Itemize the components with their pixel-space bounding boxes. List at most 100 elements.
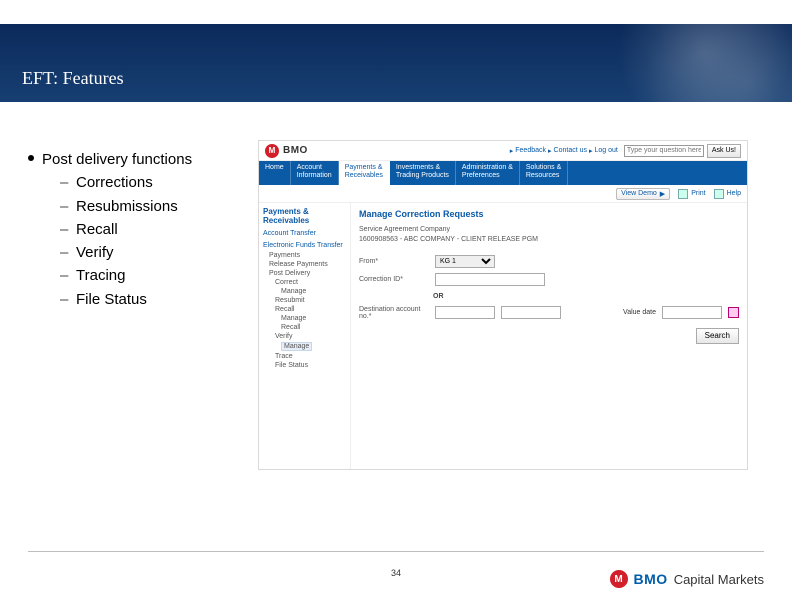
tab-label: Investments & Trading Products [396,164,449,179]
sub-item: Resubmissions [76,195,178,218]
slide: EFT: Features Post delivery functions –C… [0,0,792,612]
bullet-heading: Post delivery functions [42,148,192,171]
feedback-link[interactable]: Feedback [515,147,546,155]
topbar-right: ▸ Feedback ▸ Contact us ▸ Log out Ask Us… [510,144,741,158]
dest-account-input-2[interactable] [501,306,561,319]
dash-icon: – [60,288,68,311]
bmo-roundel-icon: M [610,570,628,588]
panel-heading: Manage Correction Requests [359,209,739,219]
footer-logo: M BMO Capital Markets [610,570,764,588]
sidebar-item-correct[interactable]: Correct [263,278,346,287]
sidebar-title: Payments & Receivables [263,207,346,225]
sidebar-item-recall[interactable]: Recall [263,305,346,314]
service-info: Service Agreement Company 1600908563 - A… [359,225,739,245]
help-icon [714,189,724,199]
bmo-roundel-icon: M [265,144,279,158]
tab-account-info[interactable]: Account Information [291,161,339,185]
ask-box: Ask Us! [624,144,741,158]
title-banner: EFT: Features [0,24,792,102]
bullet-lvl1: Post delivery functions [28,148,238,171]
bmo-logo-text: BMO [283,145,308,156]
dash-icon: – [60,241,68,264]
main-panel: Manage Correction Requests Service Agree… [351,203,747,469]
sidebar-item-eft[interactable]: Electronic Funds Transfer [263,242,346,249]
tab-payments-receivables[interactable]: Payments & Receivables [339,161,390,185]
tab-home[interactable]: Home [259,161,291,185]
dash-icon: – [60,195,68,218]
sidebar-item-recall2[interactable]: Recall [263,323,346,332]
sub-item: Tracing [76,264,125,287]
dest-account-label: Destination account no.* [359,306,429,320]
sub-item: File Status [76,288,147,311]
app-body: Payments & Receivables Account Transfer … [259,203,747,469]
sub-item: Corrections [76,171,153,194]
value-date-input[interactable] [662,306,722,319]
app-screenshot: M BMO ▸ Feedback ▸ Contact us ▸ Log out … [258,140,748,470]
sidebar: Payments & Receivables Account Transfer … [259,203,351,469]
main-nav: Home Account Information Payments & Rece… [259,161,747,185]
sidebar-item-manage[interactable]: Manage [263,287,346,296]
bullet-dot-icon [28,155,34,161]
link-label: Help [727,190,741,197]
ask-input[interactable] [624,145,704,157]
correction-id-label: Correction ID* [359,276,429,283]
sidebar-item-verify[interactable]: Verify [263,332,346,341]
sidebar-item-manage2[interactable]: Manage [263,314,346,323]
ask-button[interactable]: Ask Us! [707,144,741,158]
banner-decor [572,14,792,112]
utility-bar: View Demo ▶ Print Help [259,185,747,203]
tab-label: Administration & Preferences [462,164,513,179]
play-icon: ▶ [660,190,665,198]
tab-solutions[interactable]: Solutions & Resources [520,161,568,185]
value-date-label: Value date [623,309,656,316]
from-label: From* [359,258,429,265]
sidebar-item-trace[interactable]: Trace [263,352,346,361]
button-label: View Demo [621,190,657,197]
help-link[interactable]: Help [714,189,741,199]
page-number: 34 [391,568,401,578]
sidebar-item-selected[interactable]: Manage [281,342,312,351]
bullet-list: Post delivery functions –Corrections –Re… [28,148,238,311]
sidebar-item-release[interactable]: Release Payments [263,260,346,269]
footer-logo-cm: Capital Markets [674,572,764,587]
dash-icon: – [60,171,68,194]
calendar-icon[interactable] [728,307,739,318]
dest-account-input-1[interactable] [435,306,495,319]
print-link[interactable]: Print [678,189,705,199]
service-label: Service Agreement Company [359,225,739,235]
sidebar-item-postdelivery[interactable]: Post Delivery [263,269,346,278]
footer-divider [28,551,764,552]
search-form: From* KG 1 Correction ID* OR Destination… [359,253,739,344]
contact-link[interactable]: Contact us [554,147,587,155]
sub-bullets: –Corrections –Resubmissions –Recall –Ver… [60,171,238,311]
sidebar-item-resubmit[interactable]: Resubmit [263,296,346,305]
service-value: 1600908563 - ABC COMPANY - CLIENT RELEAS… [359,235,739,245]
app-topbar: M BMO ▸ Feedback ▸ Contact us ▸ Log out … [259,141,747,161]
tab-label: Home [265,164,284,171]
or-divider: OR [433,293,739,300]
sidebar-item-filestatus[interactable]: File Status [263,361,346,370]
sidebar-item-payments[interactable]: Payments [263,251,346,260]
dash-icon: – [60,264,68,287]
logout-link[interactable]: Log out [595,147,618,155]
sub-item: Recall [76,218,118,241]
link-label: Print [691,190,705,197]
tab-admin[interactable]: Administration & Preferences [456,161,520,185]
sidebar-eft-items: Payments Release Payments Post Delivery … [263,251,346,370]
tab-label: Account Information [297,164,332,179]
correction-id-input[interactable] [435,273,545,286]
from-select[interactable]: KG 1 [435,255,495,268]
tab-investments[interactable]: Investments & Trading Products [390,161,456,185]
sidebar-item-account-transfer[interactable]: Account Transfer [263,230,346,237]
bmo-logo: M BMO [265,144,308,158]
tab-label: Payments & Receivables [345,164,383,179]
sub-item: Verify [76,241,114,264]
footer-logo-bmo: BMO [634,571,668,587]
dash-icon: – [60,218,68,241]
top-links: ▸ Feedback ▸ Contact us ▸ Log out [510,147,618,155]
search-button[interactable]: Search [696,328,739,344]
view-demo-button[interactable]: View Demo ▶ [616,188,670,200]
slide-title: EFT: Features [22,68,124,89]
tab-label: Solutions & Resources [526,164,561,179]
print-icon [678,189,688,199]
